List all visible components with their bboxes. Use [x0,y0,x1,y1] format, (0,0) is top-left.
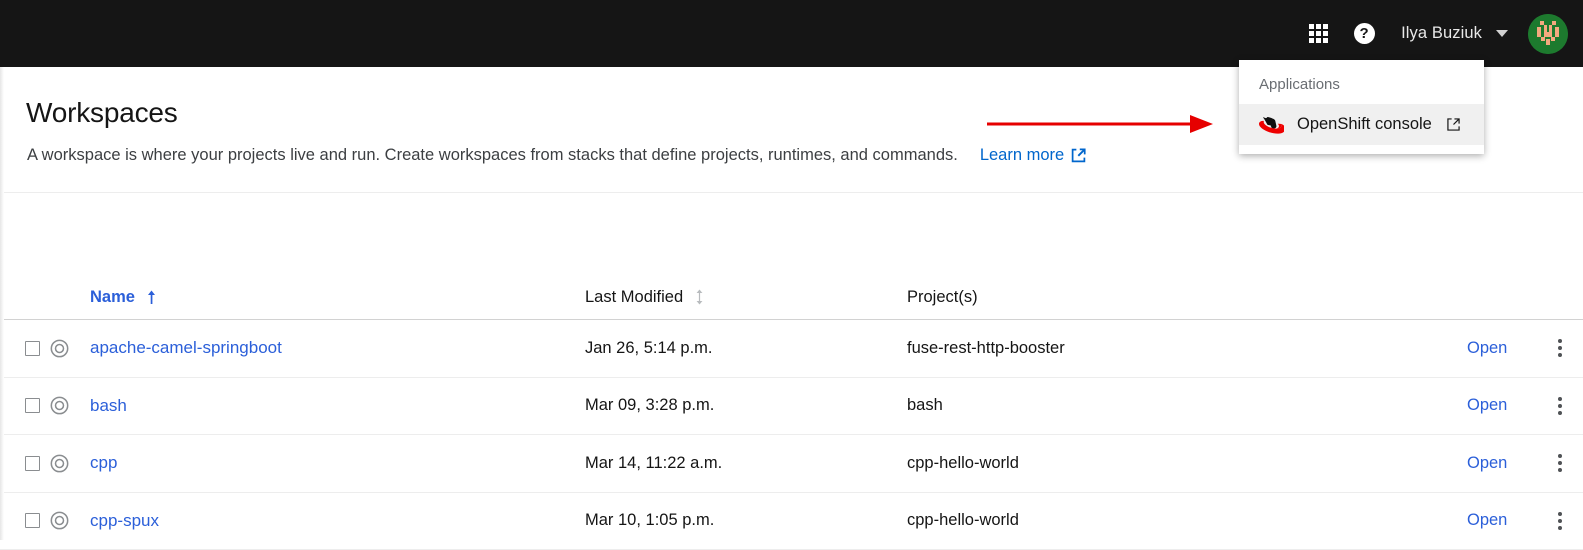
row-menu-cell [1537,393,1583,419]
red-hat-fedora-icon [1259,116,1284,134]
help-button[interactable]: ? [1341,11,1387,57]
external-link-icon [1071,148,1086,163]
masthead: ? Ilya Buziuk [0,0,1583,67]
table-row[interactable]: bash Mar 09, 3:28 p.m. bash Open [0,378,1583,436]
open-workspace-link[interactable]: Open [1467,396,1507,414]
kebab-menu-icon[interactable] [1554,508,1566,534]
open-workspace-link[interactable]: Open [1467,339,1507,357]
grid-apps-icon [1309,24,1328,43]
open-workspace-link[interactable]: Open [1467,511,1507,529]
row-select-checkbox[interactable] [25,513,40,528]
row-last-modified: Mar 10, 1:05 p.m. [585,511,907,530]
row-status-cell [50,454,90,473]
row-last-modified: Mar 09, 3:28 p.m. [585,396,907,415]
column-header-name-label: Name [90,288,135,307]
row-status-cell [50,511,90,530]
masthead-toolbar: ? Ilya Buziuk [1295,11,1583,57]
applications-item-label: OpenShift console [1297,115,1434,134]
workspace-stopped-icon [50,339,69,358]
column-header-projects: Project(s) [907,288,1467,307]
row-checkbox-cell [0,398,50,413]
page-title: Workspaces [26,97,178,129]
learn-more-label: Learn more [980,146,1064,165]
user-name-label: Ilya Buziuk [1401,24,1482,43]
row-name-cell: bash [90,396,585,416]
row-select-checkbox[interactable] [25,456,40,471]
row-last-modified: Jan 26, 5:14 p.m. [585,339,907,358]
row-open-cell: Open [1467,511,1537,530]
column-header-last-modified[interactable]: Last Modified [585,288,907,307]
row-select-checkbox[interactable] [25,341,40,356]
row-open-cell: Open [1467,396,1537,415]
row-open-cell: Open [1467,339,1537,358]
row-menu-cell [1537,508,1583,534]
table-row[interactable]: cpp Mar 14, 11:22 a.m. cpp-hello-world O… [0,435,1583,493]
row-projects: bash [907,396,1467,415]
applications-item-openshift-console[interactable]: OpenShift console [1239,104,1484,145]
workspace-name-link[interactable]: bash [90,396,127,415]
user-avatar[interactable] [1528,14,1568,54]
learn-more-link[interactable]: Learn more [980,146,1086,165]
user-avatar-identicon [1528,14,1568,54]
row-status-cell [50,339,90,358]
kebab-menu-icon[interactable] [1554,450,1566,476]
external-link-icon [1447,118,1460,131]
workspace-stopped-icon [50,454,69,473]
workspace-stopped-icon [50,396,69,415]
row-projects: cpp-hello-world [907,511,1467,530]
row-name-cell: apache-camel-springboot [90,338,585,358]
chevron-down-icon [1496,30,1508,37]
row-checkbox-cell [0,341,50,356]
red-arrow-right-annotation [985,112,1215,136]
workspace-name-link[interactable]: cpp-spux [90,511,159,530]
row-select-checkbox[interactable] [25,398,40,413]
kebab-menu-icon[interactable] [1554,393,1566,419]
sort-up-icon [147,290,156,305]
page-description-row: A workspace is where your projects live … [27,146,1086,165]
workspace-name-link[interactable]: apache-camel-springboot [90,338,282,357]
row-last-modified: Mar 14, 11:22 a.m. [585,454,907,473]
table-header-row: Name Last Modified Project(s) [0,275,1583,320]
column-header-projects-label: Project(s) [907,288,978,307]
row-status-cell [50,396,90,415]
user-menu-toggle[interactable]: Ilya Buziuk [1387,11,1514,57]
workspaces-table: Name Last Modified Project(s) [0,275,1583,550]
applications-grid-button[interactable] [1295,11,1341,57]
page-description-text: A workspace is where your projects live … [27,146,958,165]
row-projects: fuse-rest-http-booster [907,339,1467,358]
table-row[interactable]: cpp-spux Mar 10, 1:05 p.m. cpp-hello-wor… [0,493,1583,550]
column-header-last-modified-label: Last Modified [585,288,683,307]
help-question-icon: ? [1354,23,1375,44]
row-name-cell: cpp [90,453,585,473]
kebab-menu-icon[interactable] [1554,335,1566,361]
column-header-name[interactable]: Name [90,288,585,307]
row-name-cell: cpp-spux [90,511,585,531]
row-open-cell: Open [1467,454,1537,473]
workspace-stopped-icon [50,511,69,530]
row-projects: cpp-hello-world [907,454,1467,473]
row-menu-cell [1537,335,1583,361]
open-workspace-link[interactable]: Open [1467,454,1507,472]
row-checkbox-cell [0,513,50,528]
applications-dropdown-title: Applications [1239,68,1484,104]
table-toolbar: Delete Add Workspace [0,193,1583,275]
workspace-name-link[interactable]: cpp [90,453,117,472]
row-checkbox-cell [0,456,50,471]
sort-updown-icon [695,289,704,305]
applications-dropdown: Applications OpenShift console [1239,60,1484,154]
row-menu-cell [1537,450,1583,476]
table-row[interactable]: apache-camel-springboot Jan 26, 5:14 p.m… [0,320,1583,378]
